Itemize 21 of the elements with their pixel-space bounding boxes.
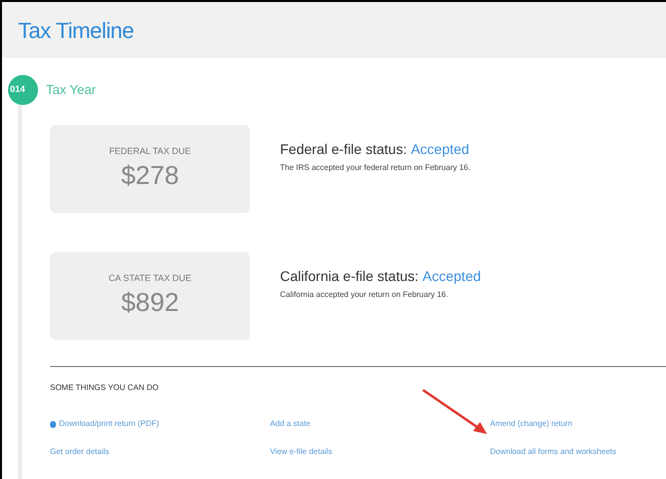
window-title: Tax Timeline bbox=[18, 16, 134, 44]
action-link[interactable]: Get order details bbox=[50, 446, 110, 458]
status-label: California e-file status: bbox=[280, 267, 419, 286]
arrow-drawing bbox=[422, 388, 487, 434]
status-note: The IRS accepted your federal return on February 16. bbox=[280, 162, 470, 174]
year-label: Tax Year bbox=[46, 81, 96, 100]
status-label: Federal e-file status: bbox=[280, 140, 407, 159]
action-link[interactable]: Add a state bbox=[270, 418, 310, 430]
tax-due-amount: $892 bbox=[121, 286, 179, 318]
status-value: Accepted bbox=[422, 267, 481, 286]
year-badge: 014 bbox=[8, 75, 38, 105]
section-heading: SOME THINGS YOU CAN DO bbox=[50, 382, 159, 394]
action-link[interactable]: Amend (change) return bbox=[490, 418, 572, 430]
action-link[interactable]: View e-file details bbox=[270, 446, 332, 458]
tax-due-amount: $278 bbox=[121, 158, 179, 191]
tax-due-label: CA STATE TAX DUE bbox=[108, 272, 192, 285]
tax-due-label: FEDERAL TAX DUE bbox=[109, 145, 191, 158]
status-note: California accepted your return on February 16. bbox=[280, 289, 450, 301]
action-link[interactable]: Download all forms and worksheets bbox=[490, 446, 616, 458]
status-value: Accepted bbox=[410, 140, 470, 159]
action-link[interactable]: Download/print return (PDF) bbox=[50, 418, 160, 430]
